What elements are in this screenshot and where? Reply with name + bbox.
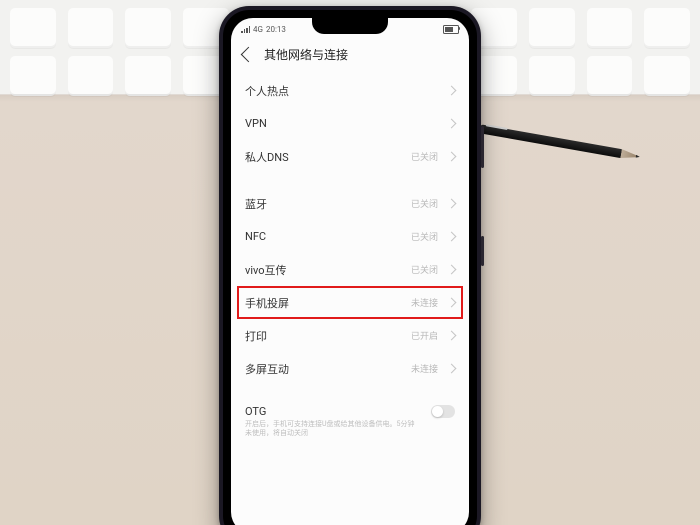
chevron-right-icon bbox=[447, 119, 457, 129]
row-label: NFC bbox=[245, 230, 266, 243]
side-button bbox=[481, 126, 484, 168]
row-value: 已关闭 bbox=[411, 150, 438, 163]
battery-icon bbox=[443, 25, 459, 34]
row-label: vivo互传 bbox=[245, 262, 287, 278]
network-label: 4G bbox=[253, 25, 263, 34]
signal-icon bbox=[241, 26, 250, 33]
row-print[interactable]: 打印 已开启 bbox=[231, 319, 469, 352]
side-button bbox=[481, 236, 484, 266]
page-title: 其他网络与连接 bbox=[264, 46, 348, 63]
chevron-right-icon bbox=[447, 86, 457, 96]
scene-root: 4G 20:13 其他网络与连接 个人热点 bbox=[0, 0, 700, 525]
row-label: VPN bbox=[245, 117, 267, 130]
row-label: OTG bbox=[245, 405, 266, 418]
phone-frame: 4G 20:13 其他网络与连接 个人热点 bbox=[219, 6, 481, 525]
row-otg: OTG 开启后，手机可支持连接U盘或给其他设备供电。5分钟未使用，将自动关闭 bbox=[231, 399, 469, 438]
back-icon[interactable] bbox=[241, 46, 257, 62]
row-value: 已开启 bbox=[411, 329, 438, 342]
status-time: 20:13 bbox=[266, 25, 286, 34]
row-value: 已关闭 bbox=[411, 263, 438, 276]
row-multi-screen[interactable]: 多屏互动 未连接 bbox=[231, 352, 469, 385]
row-label: 手机投屏 bbox=[245, 295, 289, 311]
row-bluetooth[interactable]: 蓝牙 已关闭 bbox=[231, 187, 469, 220]
chevron-right-icon bbox=[447, 298, 457, 308]
row-label: 个人热点 bbox=[245, 83, 289, 99]
row-personal-hotspot[interactable]: 个人热点 bbox=[231, 74, 469, 107]
chevron-right-icon bbox=[447, 199, 457, 209]
row-label: 蓝牙 bbox=[245, 196, 267, 212]
chevron-right-icon bbox=[447, 232, 457, 242]
row-vpn[interactable]: VPN bbox=[231, 107, 469, 140]
row-value: 已关闭 bbox=[411, 230, 438, 243]
group-divider bbox=[231, 385, 469, 399]
chevron-right-icon bbox=[447, 331, 457, 341]
pen-prop bbox=[478, 124, 637, 161]
row-private-dns[interactable]: 私人DNS 已关闭 bbox=[231, 140, 469, 173]
row-label: 打印 bbox=[245, 328, 267, 344]
row-label: 私人DNS bbox=[245, 149, 289, 165]
row-vivo-share[interactable]: vivo互传 已关闭 bbox=[231, 253, 469, 286]
row-value: 未连接 bbox=[411, 362, 438, 375]
group-divider bbox=[231, 173, 469, 187]
otg-toggle[interactable] bbox=[431, 405, 455, 418]
otg-description: 开启后，手机可支持连接U盘或给其他设备供电。5分钟未使用，将自动关闭 bbox=[245, 420, 415, 438]
page-header: 其他网络与连接 bbox=[231, 38, 469, 70]
settings-list: 个人热点 VPN 私人DNS 已关闭 蓝牙 已关闭 bbox=[231, 70, 469, 438]
phone-screen: 4G 20:13 其他网络与连接 个人热点 bbox=[231, 18, 469, 525]
row-value: 未连接 bbox=[411, 296, 438, 309]
row-value: 已关闭 bbox=[411, 197, 438, 210]
chevron-right-icon bbox=[447, 364, 457, 374]
row-nfc[interactable]: NFC 已关闭 bbox=[231, 220, 469, 253]
row-label: 多屏互动 bbox=[245, 361, 289, 377]
chevron-right-icon bbox=[447, 152, 457, 162]
chevron-right-icon bbox=[447, 265, 457, 275]
notch bbox=[312, 18, 388, 34]
row-screen-cast[interactable]: 手机投屏 未连接 bbox=[231, 286, 469, 319]
